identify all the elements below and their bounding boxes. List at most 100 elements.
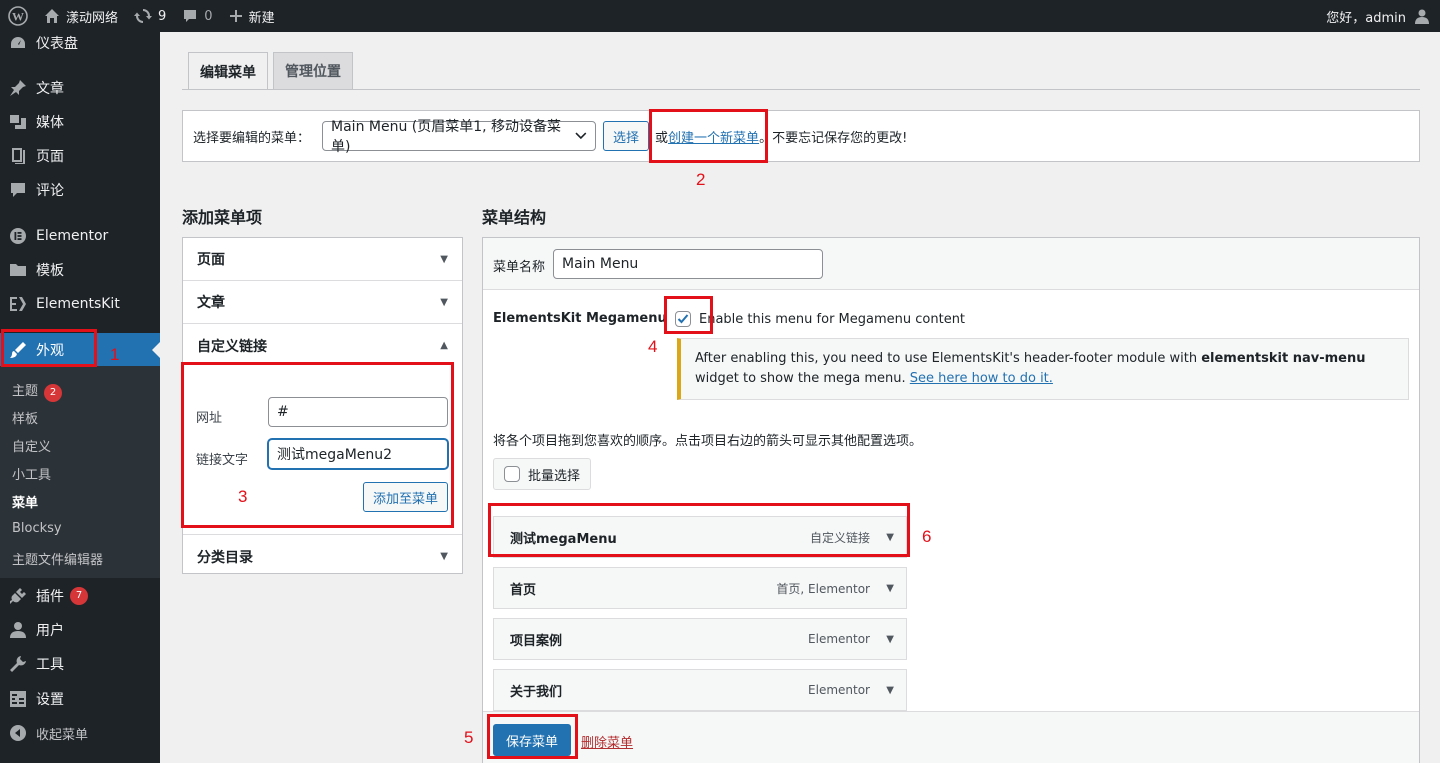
annotation-box-save-menu (487, 714, 578, 759)
menu-footer-actions: 保存菜单 删除菜单 (483, 711, 1419, 763)
sidebar-item-tools[interactable]: 工具 (0, 647, 160, 681)
collapse-menu-button[interactable]: 收起菜单 (0, 716, 160, 750)
annotation-number-6: 6 (922, 527, 932, 546)
annotation-number-1: 1 (110, 345, 120, 364)
comments-link[interactable]: 0 (174, 0, 220, 32)
submenu-item-patterns[interactable]: 样板 (12, 408, 38, 427)
annotation-box-appearance (1, 329, 97, 367)
new-content-link[interactable]: 新建 (221, 0, 283, 32)
accordion-posts[interactable]: 文章 ▼ (183, 281, 462, 324)
megamenu-label: ElementsKit Megamenu (493, 311, 667, 326)
home-icon (45, 9, 59, 23)
menu-item-type: Elementor (808, 632, 870, 646)
page-icon (0, 147, 36, 165)
caret-down-icon[interactable]: ▼ (886, 634, 894, 645)
annotation-number-4: 4 (648, 337, 658, 356)
menu-item-type: 首页, Elementor (776, 581, 870, 596)
folder-icon (0, 261, 36, 279)
menu-name-row: 菜单名称 Main Menu (483, 238, 1419, 290)
elementor-icon (0, 227, 36, 245)
sidebar-item-elementor[interactable]: Elementor (0, 219, 160, 253)
submenu-item-theme-file-editor[interactable]: 主题文件编辑器 (12, 549, 103, 568)
menu-select[interactable]: Main Menu (页眉菜单1, 移动设备菜单) (322, 119, 597, 155)
tab-divider (182, 89, 1420, 90)
drag-instructions: 将各个项目拖到您喜欢的顺序。点击项目右边的箭头可显示其他配置选项。 (493, 434, 923, 449)
caret-down-icon: ▼ (440, 296, 448, 308)
tab-edit-menus[interactable]: 编辑菜单 (188, 52, 268, 90)
submenu-item-widgets[interactable]: 小工具 (12, 464, 51, 483)
avatar-icon (1415, 9, 1429, 24)
bulk-select-checkbox[interactable] (504, 466, 520, 482)
menu-item-title: 关于我们 (510, 684, 563, 700)
menu-item-title: 项目案例 (510, 633, 563, 649)
caret-down-icon: ▼ (440, 253, 448, 265)
accordion-custom-links[interactable]: 自定义链接 ▲ (183, 324, 462, 367)
pin-icon (0, 79, 36, 97)
menu-name-label: 菜单名称 (493, 260, 546, 275)
admin-bar: W 漾动网络 9 0 新建 您好，admin (0, 0, 1440, 32)
sidebar-item-users[interactable]: 用户 (0, 613, 160, 647)
bulk-select-toggle[interactable]: 批量选择 (493, 458, 592, 490)
sidebar-item-comments[interactable]: 评论 (0, 173, 160, 207)
sidebar-item-templates[interactable]: 模板 (0, 253, 160, 287)
annotation-box-menu-item (488, 503, 910, 557)
user-icon (0, 621, 36, 639)
how-to-link[interactable]: See here how to do it. (910, 371, 1053, 386)
menu-item-row[interactable]: 关于我们 Elementor ▼ (493, 669, 907, 711)
svg-text:W: W (12, 10, 24, 24)
annotation-box-create-menu (649, 109, 768, 163)
megamenu-notice: After enabling this, you need to use Ele… (677, 338, 1409, 400)
accordion-pages[interactable]: 页面 ▼ (183, 238, 462, 281)
annotation-number-3: 3 (238, 487, 248, 506)
comments-count: 0 (204, 8, 213, 24)
menu-name-input[interactable]: Main Menu (553, 249, 823, 279)
add-menu-items-title: 添加菜单项 (182, 208, 263, 227)
wrench-icon (0, 655, 36, 673)
comment-icon (184, 10, 197, 22)
annotation-box-custom-link (181, 362, 454, 528)
themes-update-badge: 2 (44, 384, 63, 402)
sidebar-item-pages[interactable]: 页面 (0, 139, 160, 173)
sidebar-item-elementskit[interactable]: ElementsKit (0, 287, 160, 321)
menu-item-title: 首页 (510, 582, 537, 598)
submenu-item-blocksy[interactable]: Blocksy (12, 521, 62, 536)
sidebar-item-plugins[interactable]: 插件 7 (0, 579, 160, 613)
submenu-item-customize[interactable]: 自定义 (12, 436, 51, 455)
menu-item-type: Elementor (808, 683, 870, 697)
sidebar-item-settings[interactable]: 设置 (0, 682, 160, 716)
dashboard-icon (0, 34, 36, 52)
megamenu-toggle: Enable this menu for Megamenu content (675, 311, 965, 327)
updates-count: 9 (158, 8, 167, 24)
chevron-down-icon (575, 132, 587, 140)
sidebar-item-media[interactable]: 媒体 (0, 105, 160, 139)
megamenu-checkbox-label: Enable this menu for Megamenu content (699, 311, 966, 327)
annotation-number-5: 5 (464, 728, 474, 747)
annotation-box-megamenu-checkbox (664, 296, 713, 334)
collapse-icon (0, 724, 36, 742)
settings-icon (0, 690, 36, 708)
menu-select-bar: 选择要编辑的菜单： Main Menu (页眉菜单1, 移动设备菜单) 选择 或… (182, 110, 1420, 162)
menu-item-row[interactable]: 项目案例 Elementor ▼ (493, 618, 907, 660)
bulk-select-label: 批量选择 (528, 468, 581, 484)
menu-item-row[interactable]: 首页 首页, Elementor ▼ (493, 567, 907, 609)
accordion-categories[interactable]: 分类目录 ▼ (183, 535, 462, 578)
caret-down-icon[interactable]: ▼ (886, 685, 894, 696)
annotation-number-2: 2 (696, 170, 706, 189)
caret-down-icon[interactable]: ▼ (886, 583, 894, 594)
submenu-item-themes[interactable]: 主题 2 (12, 380, 63, 402)
new-content-label: 新建 (248, 10, 275, 26)
tab-manage-locations[interactable]: 管理位置 (273, 52, 353, 89)
submenu-item-menus[interactable]: 菜单 (12, 492, 38, 511)
menu-structure-title: 菜单结构 (482, 208, 547, 227)
caret-up-icon: ▲ (440, 340, 448, 351)
menu-select-value: Main Menu (页眉菜单1, 移动设备菜单) (331, 119, 562, 155)
save-reminder-text: 不要忘记保存您的更改! (772, 130, 908, 146)
select-menu-button[interactable]: 选择 (603, 121, 650, 151)
menu-structure-panel: 菜单名称 Main Menu ElementsKit Megamenu Enab… (482, 237, 1420, 763)
updates-icon (134, 9, 153, 23)
delete-menu-link[interactable]: 删除菜单 (581, 732, 633, 751)
sidebar-item-dashboard[interactable]: 仪表盘 (0, 26, 160, 60)
sidebar-item-posts[interactable]: 文章 (0, 71, 160, 105)
caret-down-icon: ▼ (440, 551, 448, 562)
my-account-link[interactable]: 您好，admin (1318, 0, 1440, 32)
